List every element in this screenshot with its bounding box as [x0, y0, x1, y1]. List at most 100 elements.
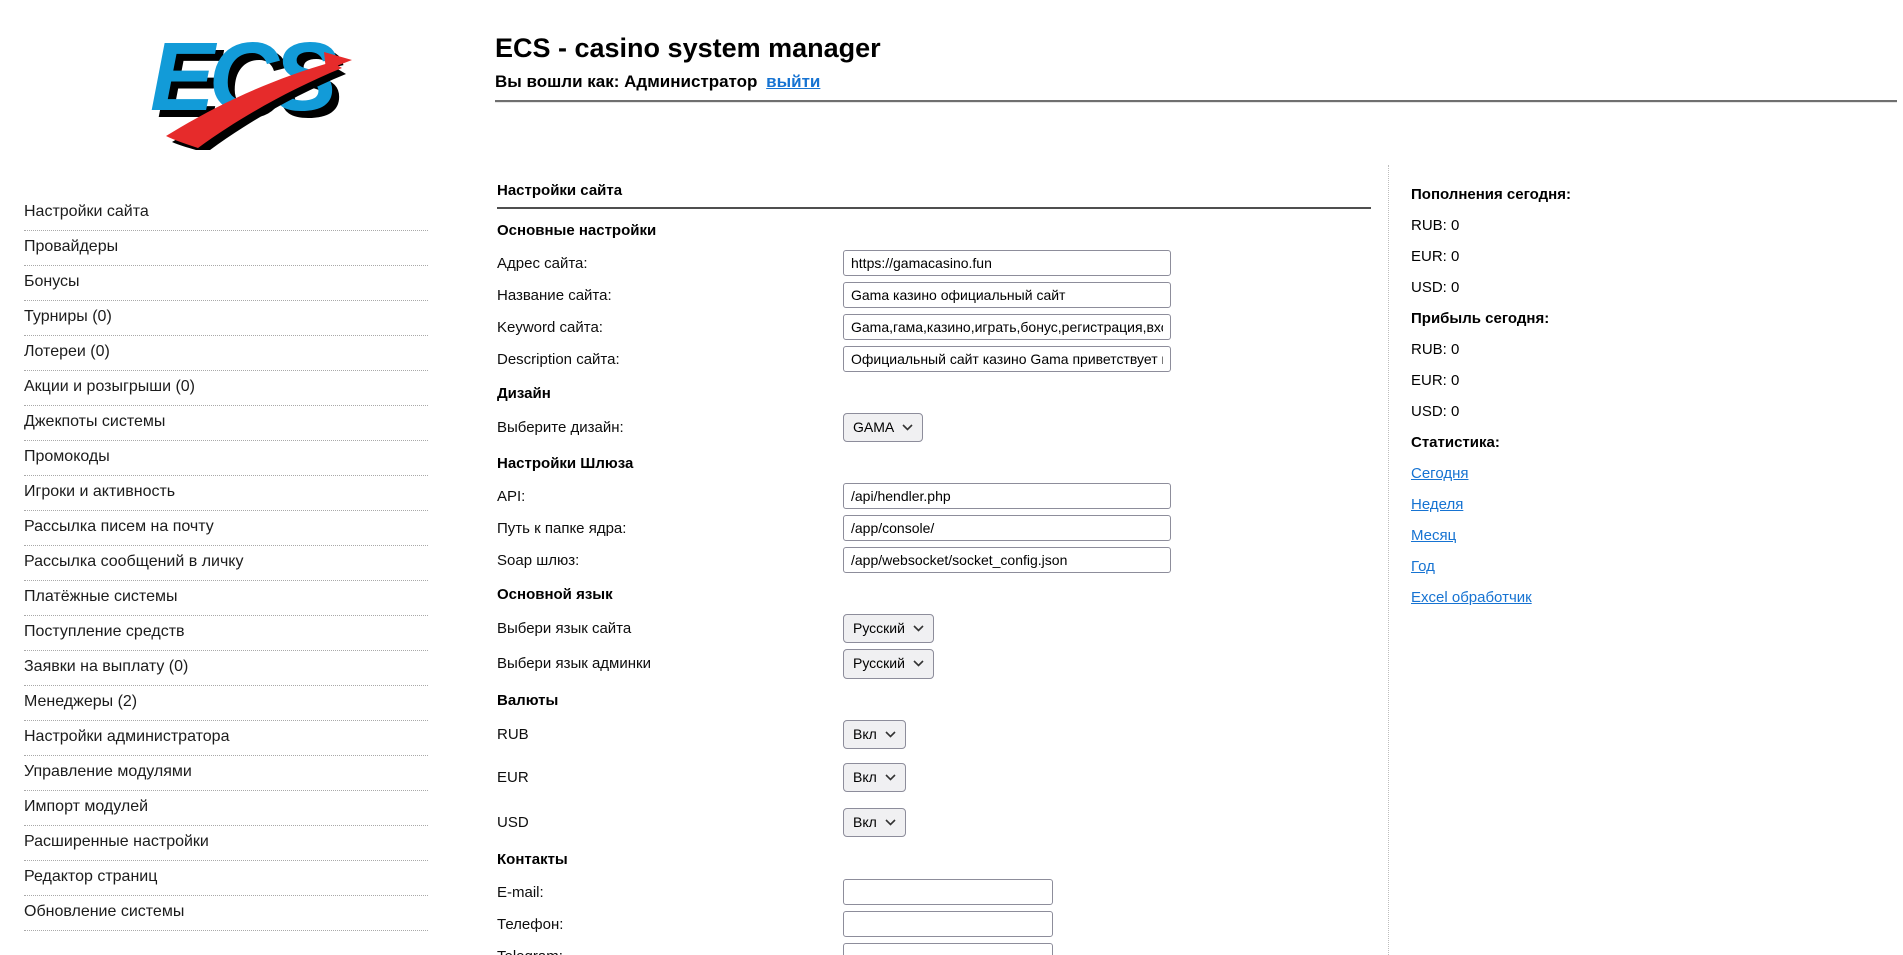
content-divider — [1388, 165, 1389, 955]
field-label: API: — [497, 488, 843, 505]
header: ECS - casino system manager Вы вошли как… — [495, 34, 881, 92]
form-row: Keyword сайта: — [497, 314, 1371, 340]
form-section-title: Настройки Шлюза — [497, 455, 1371, 472]
rub-toggle-select[interactable]: Вкл — [843, 720, 906, 749]
login-status-text: Вы вошли как: Администратор — [495, 72, 757, 91]
field-label: Путь к папке ядра: — [497, 520, 843, 537]
page: ECS ECS ECS - casino system manager Вы в… — [0, 0, 1903, 955]
sidebar-item[interactable]: Провайдеры — [24, 231, 428, 266]
site-keywords-field[interactable] — [843, 314, 1171, 340]
profit-value: USD: 0 — [1411, 403, 1711, 421]
stats-link[interactable]: Excel обработчик — [1411, 589, 1532, 607]
sidebar-item[interactable]: Импорт модулей — [24, 791, 428, 826]
deposits-today-title: Пополнения сегодня: — [1411, 186, 1711, 204]
sidebar-item[interactable]: Акции и розыгрыши (0) — [24, 371, 428, 406]
select-value: Вкл — [853, 768, 877, 786]
sidebar-item[interactable]: Заявки на выплату (0) — [24, 651, 428, 686]
field-label: EUR — [497, 769, 843, 786]
sidebar-item[interactable]: Менеджеры (2) — [24, 686, 428, 721]
chevron-down-icon — [902, 424, 913, 431]
deposit-value: USD: 0 — [1411, 279, 1711, 297]
usd-toggle-select[interactable]: Вкл — [843, 808, 906, 837]
main-content: Настройки сайта Основные настройкиАдрес … — [497, 182, 1371, 955]
field-label: RUB — [497, 726, 843, 743]
form-section-title: Валюты — [497, 692, 1371, 709]
main-section-title: Настройки сайта — [497, 182, 1371, 199]
form-row: Soap шлюз: — [497, 547, 1371, 573]
sidebar-item[interactable]: Расширенные настройки — [24, 826, 428, 861]
sidebar-item[interactable]: Джекпоты системы — [24, 406, 428, 441]
sidebar-item[interactable]: Бонусы — [24, 266, 428, 301]
form-row: Выбери язык сайтаРусский — [497, 614, 1371, 643]
phone-field[interactable] — [843, 911, 1053, 937]
logout-link[interactable]: выйти — [766, 72, 820, 91]
soap-gateway-field[interactable] — [843, 547, 1171, 573]
profit-list: RUB: 0EUR: 0USD: 0 — [1411, 341, 1711, 421]
sidebar-item[interactable]: Настройки сайта — [24, 196, 428, 231]
form-row: Description сайта: — [497, 346, 1371, 372]
site-name-field[interactable] — [843, 282, 1171, 308]
form-section-title: Основной язык — [497, 586, 1371, 603]
stats-links: Сегодня Неделя Месяц Год Excel обработчик — [1411, 465, 1711, 607]
field-label: Description сайта: — [497, 351, 843, 368]
eur-toggle-select[interactable]: Вкл — [843, 763, 906, 792]
sidebar-item[interactable]: Платёжные системы — [24, 581, 428, 616]
form-row: USDВкл — [497, 808, 1371, 837]
telegram-field[interactable] — [843, 943, 1053, 955]
sidebar-item[interactable]: Промокоды — [24, 441, 428, 476]
chevron-down-icon — [885, 819, 896, 826]
profit-value: EUR: 0 — [1411, 372, 1711, 390]
email-field[interactable] — [843, 879, 1053, 905]
sidebar-item[interactable]: Рассылка писем на почту — [24, 511, 428, 546]
api-field[interactable] — [843, 483, 1171, 509]
sidebar-item[interactable]: Турниры (0) — [24, 301, 428, 336]
statistics-title: Статистика: — [1411, 434, 1711, 452]
form-row: Телефон: — [497, 911, 1371, 937]
sidebar-item[interactable]: Редактор страниц — [24, 861, 428, 896]
form-row: EUR Вкл — [497, 763, 1371, 792]
stats-link[interactable]: Сегодня — [1411, 465, 1469, 483]
sidebar-menu: Настройки сайтаПровайдерыБонусыТурниры (… — [24, 196, 428, 931]
form-row: Выберите дизайн:GAMA — [497, 413, 1371, 442]
select-value: Русский — [853, 619, 905, 637]
sidebar-item[interactable]: Настройки администратора — [24, 721, 428, 756]
sidebar-item[interactable]: Лотереи (0) — [24, 336, 428, 371]
header-divider — [495, 100, 1897, 103]
select-value: GAMA — [853, 418, 894, 436]
design-select[interactable]: GAMA — [843, 413, 923, 442]
sidebar-item[interactable]: Управление модулями — [24, 756, 428, 791]
admin-language-select[interactable]: Русский — [843, 649, 934, 678]
select-value: Русский — [853, 654, 905, 672]
core-folder-field[interactable] — [843, 515, 1171, 541]
form-row: Название сайта: — [497, 282, 1371, 308]
stats-link[interactable]: Месяц — [1411, 527, 1456, 545]
stats-link[interactable]: Неделя — [1411, 496, 1463, 514]
chevron-down-icon — [913, 660, 924, 667]
form-row: E-mail: — [497, 879, 1371, 905]
stats-panel: Пополнения сегодня: RUB: 0EUR: 0USD: 0 П… — [1411, 186, 1711, 620]
form-row: Telegram: — [497, 943, 1371, 955]
field-label: Keyword сайта: — [497, 319, 843, 336]
site-description-field[interactable] — [843, 346, 1171, 372]
field-label: USD — [497, 814, 843, 831]
deposit-value: EUR: 0 — [1411, 248, 1711, 266]
field-label: E-mail: — [497, 884, 843, 901]
site-address-field[interactable] — [843, 250, 1171, 276]
sidebar-item[interactable]: Обновление системы — [24, 896, 428, 931]
form-row: Путь к папке ядра: — [497, 515, 1371, 541]
deposit-value: RUB: 0 — [1411, 217, 1711, 235]
sidebar-item[interactable]: Рассылка сообщений в личку — [24, 546, 428, 581]
chevron-down-icon — [913, 625, 924, 632]
site-language-select[interactable]: Русский — [843, 614, 934, 643]
deposits-list: RUB: 0 EUR: 0 USD: 0 — [1411, 217, 1711, 297]
field-label: Telegram: — [497, 948, 843, 955]
stats-link[interactable]: Год — [1411, 558, 1435, 576]
settings-form: Основные настройкиАдрес сайта:Название с… — [497, 222, 1371, 955]
sidebar-item[interactable]: Поступление средств — [24, 616, 428, 651]
chevron-down-icon — [885, 731, 896, 738]
form-row: Выбери язык админки Русский — [497, 649, 1371, 678]
field-label: Выбери язык админки — [497, 655, 843, 672]
sidebar-item[interactable]: Игроки и активность — [24, 476, 428, 511]
form-section-title: Дизайн — [497, 385, 1371, 402]
page-title: ECS - casino system manager — [495, 34, 881, 64]
